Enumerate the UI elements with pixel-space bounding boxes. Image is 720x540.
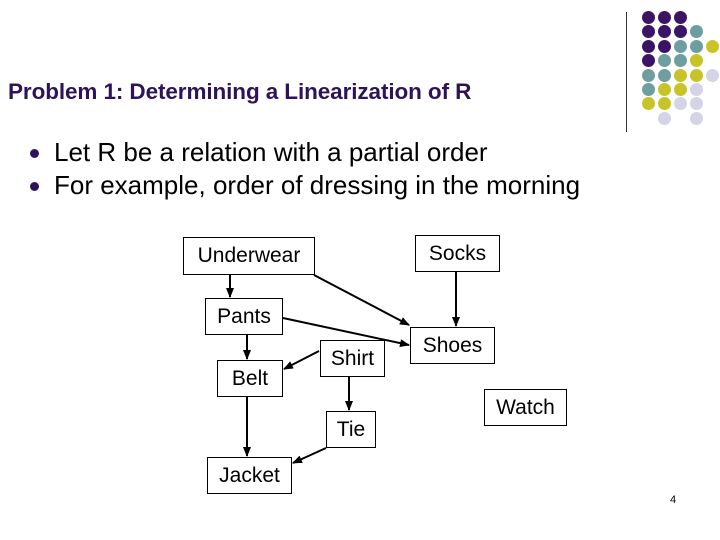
node-label: Pants: [217, 304, 271, 328]
node-label: Tie: [336, 417, 366, 441]
node-shoes: Shoes: [410, 327, 495, 364]
node-label: Shirt: [330, 346, 375, 370]
node-label: Watch: [496, 395, 555, 419]
node-label: Belt: [231, 366, 269, 390]
page-number: 4: [670, 494, 677, 506]
node-pants: Pants: [205, 298, 283, 335]
node-underwear: Underwear: [183, 237, 315, 275]
node-belt: Belt: [217, 360, 283, 397]
edge-shirt-to-belt: [283, 350, 320, 370]
node-label: Underwear: [197, 244, 301, 267]
diagram-edges: [226, 272, 460, 464]
node-tie: Tie: [326, 411, 376, 448]
edge-tie-to-jacket: [292, 447, 327, 464]
node-watch: Watch: [484, 389, 567, 426]
node-jacket: Jacket: [207, 457, 292, 494]
edge-underwear-to-shoes: [313, 274, 410, 326]
node-label: Socks: [428, 241, 487, 265]
node-label: Jacket: [219, 463, 280, 487]
node-label: Shoes: [422, 333, 483, 357]
node-shirt: Shirt: [320, 340, 385, 377]
node-socks: Socks: [415, 235, 500, 272]
